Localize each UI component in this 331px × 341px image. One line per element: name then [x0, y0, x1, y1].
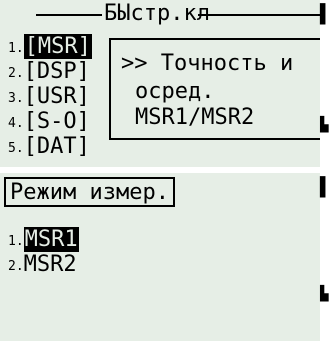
edge-fragment-icon: ▙ [320, 286, 329, 302]
popup-line: оcред. [135, 79, 215, 104]
option-msr2[interactable]: 2.MSR2 [8, 253, 77, 277]
measure-mode-screen: Режим измер. 1.MSR1 2.MSR2 [0, 173, 320, 341]
menu-item-dat[interactable]: 5.[DAT] [8, 135, 90, 159]
screen-title: БЫстр.кл [104, 1, 210, 26]
menu-item-msr[interactable]: 1.[MSR] [8, 34, 92, 59]
popup-line: >> Точность и [121, 51, 294, 76]
menu-item-number: 4. [8, 116, 24, 131]
title-rule-left [36, 14, 102, 16]
help-popup: >> Точность и оcред. MSR1/MSR2 [109, 38, 320, 140]
menu-item-label: [DAT] [23, 134, 90, 159]
menu-item-label: [MSR] [23, 34, 92, 59]
option-label: MSR1 [23, 227, 79, 252]
menu-item-number: 3. [8, 91, 24, 106]
option-number: 2. [8, 259, 24, 274]
option-msr1[interactable]: 1.MSR1 [8, 227, 79, 252]
option-number: 1. [8, 234, 24, 249]
bottom-screen-edge: ▌ ▙ [320, 173, 331, 341]
edge-fragment-icon: ▙ [320, 117, 329, 133]
edge-fragment-icon: ▌ [320, 177, 331, 198]
menu-item-usr[interactable]: 3.[USR] [8, 85, 90, 109]
menu-item-number: 1. [8, 41, 24, 56]
title-rule-right [198, 14, 320, 16]
menu-item-label: [USR] [23, 84, 90, 109]
popup-line: MSR1/MSR2 [135, 105, 255, 130]
mode-title: Режим измер. [4, 177, 175, 207]
menu-item-label: [DSP] [23, 59, 90, 84]
top-screen-edge: ▌ ▙ [320, 0, 331, 167]
quick-keys-screen: БЫстр.кл 1.[MSR] 2.[DSP] 3.[USR] 4.[S-O]… [0, 0, 320, 167]
menu-item-label: [S-O] [23, 109, 90, 134]
option-label: MSR2 [23, 252, 77, 277]
menu-item-number: 5. [8, 141, 24, 156]
edge-fragment-icon: ▌ [320, 4, 331, 25]
menu-item-s-o[interactable]: 4.[S-O] [8, 110, 90, 134]
menu-item-number: 2. [8, 66, 24, 81]
menu-item-dsp[interactable]: 2.[DSP] [8, 60, 90, 84]
